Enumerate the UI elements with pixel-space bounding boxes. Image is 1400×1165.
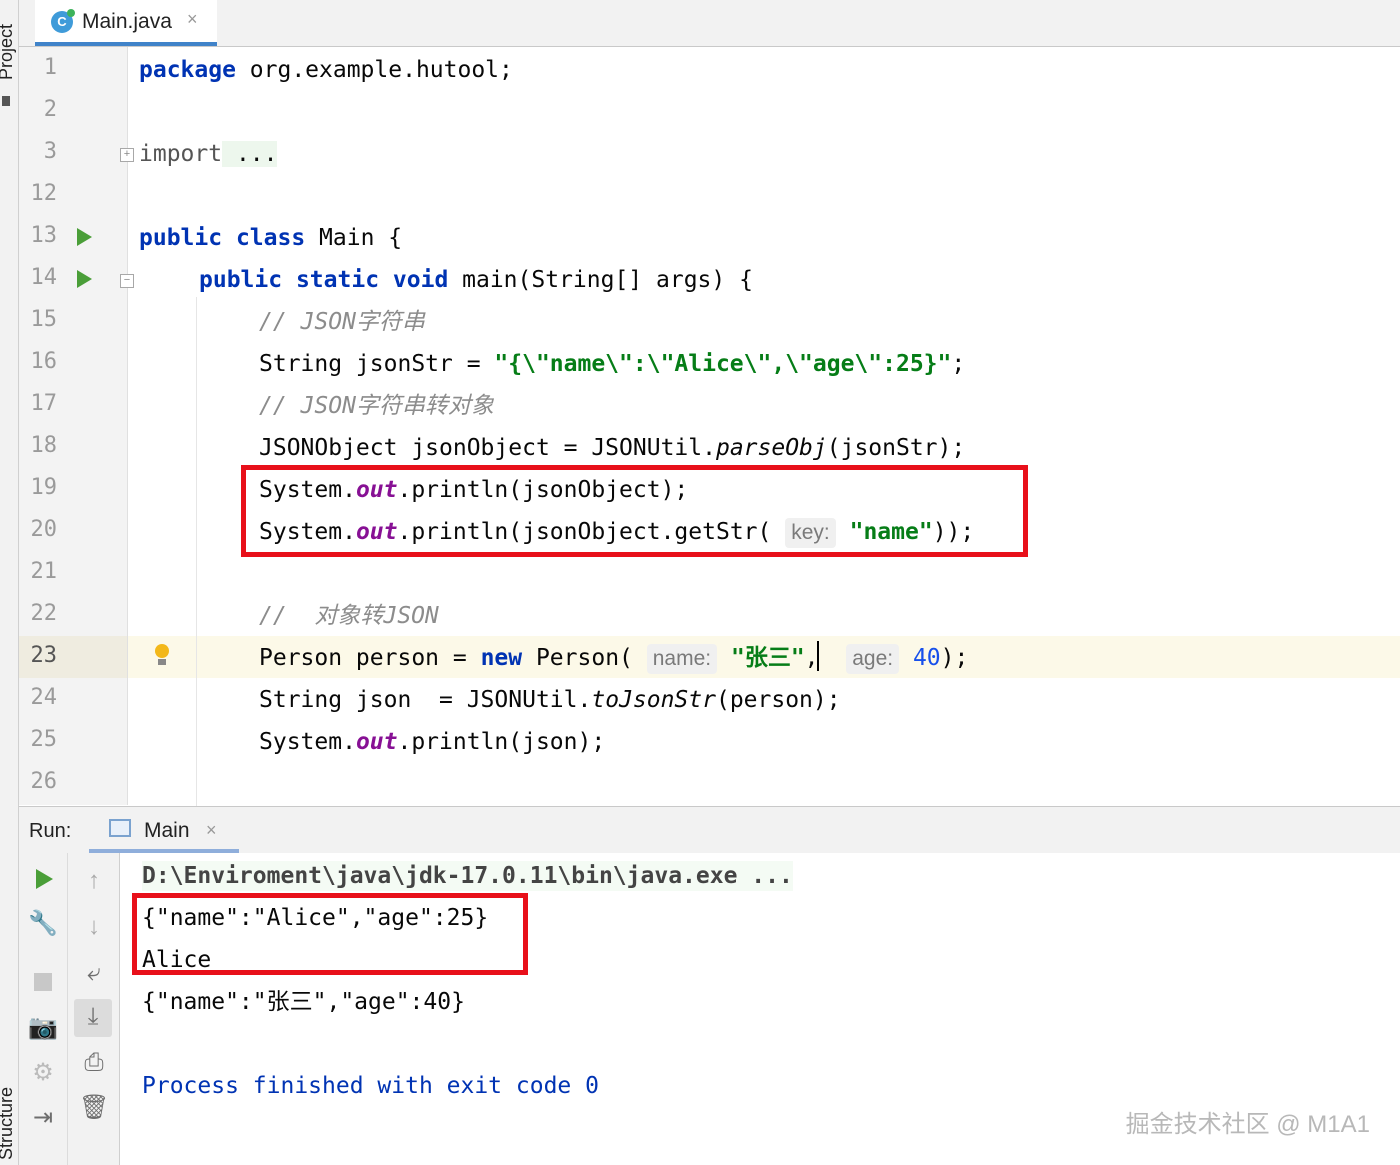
param-hint-age: age: — [846, 644, 900, 674]
line-number: 21 — [30, 559, 58, 584]
run-main-icon[interactable] — [77, 270, 92, 288]
code-editor[interactable]: 1 2 3 12 13 14 15 16 17 18 19 20 21 22 2… — [19, 47, 1400, 807]
arrow-up-icon[interactable]: ↑ — [79, 867, 109, 895]
highlight-box-output — [132, 893, 528, 975]
line-number: 15 — [30, 307, 58, 332]
exit-icon[interactable]: ⇥ — [28, 1103, 58, 1132]
code-line-14: public static void main(String[] args) { — [199, 267, 753, 293]
line-number: 18 — [30, 433, 58, 458]
folder-icon — [2, 96, 10, 106]
tab-label: Main.java — [82, 10, 172, 33]
left-tool-strip: Project Structure — [0, 0, 19, 1165]
param-hint-name: name: — [646, 644, 718, 674]
code-line-24: String json = JSONUtil.toJsonStr(person)… — [259, 687, 841, 713]
line-number: 19 — [30, 475, 58, 500]
line-number: 16 — [30, 349, 58, 374]
close-icon[interactable]: × — [187, 9, 198, 30]
indent-guide — [196, 297, 197, 807]
line-number: 25 — [30, 727, 58, 752]
lightbulb-base — [158, 659, 166, 665]
run-toolbar-primary: 🔧 📷 ⚙ ⇥ — [19, 853, 68, 1165]
stop-icon[interactable] — [34, 973, 52, 991]
scroll-to-end-icon: ⤓ — [87, 1003, 99, 1030]
code-line-13: public class Main { — [139, 225, 403, 251]
code-line-17: // JSON字符串转对象 — [259, 393, 494, 419]
fold-collapse-icon[interactable]: − — [120, 274, 134, 288]
code-line-1: package org.example.hutool; — [139, 57, 513, 83]
line-number: 14 — [30, 265, 58, 290]
text-caret — [817, 641, 819, 671]
run-label: Run: — [29, 820, 72, 842]
process-finished-line: Process finished with exit code 0 — [142, 1073, 599, 1099]
line-number: 1 — [43, 55, 57, 80]
close-icon[interactable]: × — [206, 820, 217, 841]
soft-wrap-icon[interactable]: ⤶ — [79, 959, 109, 987]
fold-expand-icon[interactable]: + — [120, 148, 134, 162]
tab-main-java[interactable]: C Main.java × — [35, 0, 217, 46]
highlight-box-code — [241, 465, 1028, 557]
camera-icon[interactable]: 📷 — [28, 1013, 58, 1042]
line-number: 2 — [43, 97, 57, 122]
console-command-line: D:\Enviroment\java\jdk-17.0.11\bin\java.… — [142, 861, 793, 891]
scroll-to-end-button[interactable]: ⤓ — [74, 999, 112, 1037]
runnable-badge-icon — [67, 9, 75, 17]
line-number: 23 — [30, 643, 58, 668]
run-panel-header: Run: Main × — [19, 806, 1400, 854]
line-number: 3 — [43, 139, 57, 164]
print-icon[interactable]: ⎙ — [79, 1049, 109, 1077]
project-tool-window-label[interactable]: Project — [0, 24, 17, 80]
console-icon — [109, 819, 131, 837]
code-line-18: JSONObject jsonObject = JSONUtil.parseOb… — [259, 435, 966, 461]
run-tab-label: Main — [144, 819, 190, 842]
line-number: 17 — [30, 391, 58, 416]
line-number: 13 — [30, 223, 58, 248]
run-toolbar-secondary: ↑ ↓ ⤶ ⤓ ⎙ 🗑 — [68, 853, 120, 1165]
code-line-25: System.out.println(json); — [259, 729, 606, 755]
structure-tool-window-label[interactable]: Structure — [0, 1087, 17, 1160]
code-line-23: Person person = new Person( name: "张三", … — [259, 643, 968, 674]
rerun-icon[interactable] — [36, 869, 53, 889]
trash-icon[interactable]: 🗑 — [79, 1093, 109, 1122]
line-number: 26 — [30, 769, 58, 794]
code-line-3: import ... — [139, 141, 278, 167]
line-number: 24 — [30, 685, 58, 710]
editor-tab-bar: C Main.java × — [19, 0, 1400, 47]
code-line-16: String jsonStr = "{\"name\":\"Alice\",\"… — [259, 351, 966, 377]
wrench-icon[interactable]: 🔧 — [28, 909, 58, 938]
line-number: 22 — [30, 601, 58, 626]
line-number: 20 — [30, 517, 58, 542]
run-class-icon[interactable] — [77, 228, 92, 246]
code-line-15: // JSON字符串 — [259, 309, 425, 335]
lightbulb-icon[interactable] — [155, 644, 169, 658]
line-number: 12 — [30, 181, 58, 206]
run-tab-main[interactable]: Main × — [89, 807, 239, 853]
watermark: 掘金技术社区 @ M1A1 — [1125, 1111, 1370, 1138]
console-line: {"name":"张三","age":40} — [142, 989, 465, 1015]
code-line-22: // 对象转JSON — [259, 603, 439, 629]
arrow-down-icon[interactable]: ↓ — [79, 913, 109, 941]
debug-settings-icon[interactable]: ⚙ — [28, 1058, 58, 1087]
